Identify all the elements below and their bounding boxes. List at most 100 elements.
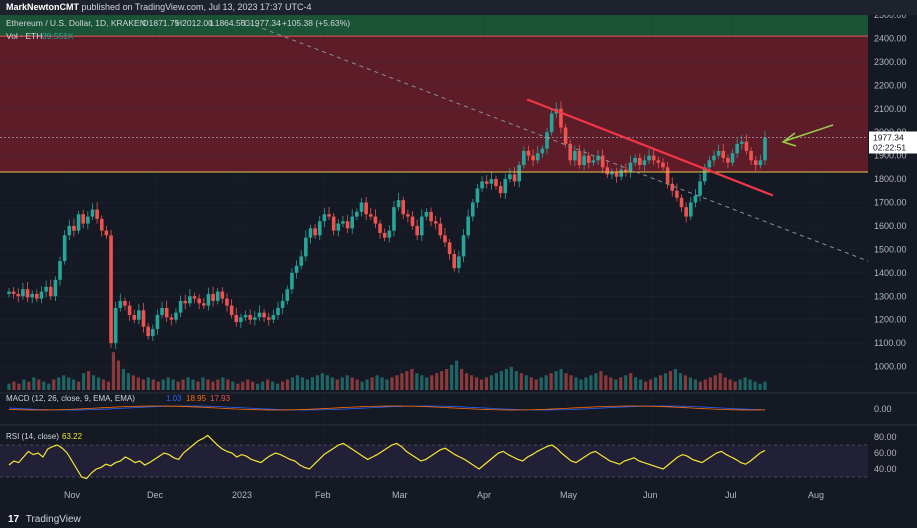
candle-body <box>545 132 549 149</box>
candle-body <box>582 155 586 165</box>
candle-body <box>712 155 716 161</box>
volume-bar <box>295 375 300 390</box>
candle-body <box>211 293 215 301</box>
candle-body <box>443 235 447 243</box>
candle-body <box>113 307 118 344</box>
candle-body <box>498 186 503 194</box>
volume-bar <box>718 373 722 390</box>
candle-body <box>508 174 512 180</box>
volume-bar <box>241 381 245 390</box>
candle-body <box>35 293 39 299</box>
volume-bar <box>290 377 295 390</box>
price-tick-label: 1700.00 <box>874 198 907 208</box>
price-tick-label: 1600.00 <box>874 221 907 231</box>
candle-body <box>447 242 452 255</box>
volume-bar <box>395 375 399 390</box>
volume-bar <box>539 377 543 390</box>
volume-bar <box>206 379 210 390</box>
volume-bar <box>320 373 324 390</box>
candle-body <box>355 211 359 217</box>
volume-bar <box>91 375 96 390</box>
candle-body <box>489 179 494 184</box>
candle-body <box>707 160 712 168</box>
candle-body <box>740 141 744 144</box>
volume-bar <box>151 379 155 390</box>
legend-h: H2012.00 <box>176 18 213 28</box>
volume-bar <box>609 377 613 390</box>
candle-body <box>62 235 67 262</box>
x-tick-label: Feb <box>315 490 331 500</box>
chart-canvas[interactable]: 1000.00 1100.00 1200.00 1300.00 1400.00 1500.… <box>0 15 917 512</box>
candle-body <box>475 188 480 203</box>
legend-symbol: Ethereum / U.S. Dollar, 1D, KRAKEN <box>6 18 146 28</box>
legend-change: +105.38 (+5.63%) <box>282 18 350 28</box>
macd-v2: 18.95 <box>186 394 207 403</box>
volume-bar <box>644 381 648 390</box>
candle-body <box>480 181 484 189</box>
volume-bar <box>305 379 310 390</box>
candle-body <box>53 279 58 297</box>
volume-bar <box>101 379 106 390</box>
tradingview-logo-icon: 17 <box>8 514 20 525</box>
candle-body <box>285 289 290 301</box>
volume-bar <box>484 377 489 390</box>
candle-body <box>336 223 341 231</box>
price-tick-label: 2100.00 <box>874 104 907 114</box>
volume-bar <box>549 373 553 390</box>
candle-body <box>39 291 44 299</box>
price-tick-label: 2200.00 <box>874 80 907 90</box>
volume-bar <box>464 373 469 390</box>
candle-body <box>225 298 229 306</box>
candle-body <box>266 317 271 320</box>
volume-bar <box>266 379 270 390</box>
volume-bar <box>445 369 449 390</box>
candle-body <box>262 312 266 318</box>
candle-body <box>753 160 758 165</box>
volume-bar <box>559 369 563 390</box>
price-tick-label: 1000.00 <box>874 362 907 372</box>
publish-header: MarkNewtonCMT published on TradingView.c… <box>0 0 917 15</box>
candle-body <box>118 300 123 308</box>
volume-bar <box>435 373 439 390</box>
volume-bar <box>380 377 384 390</box>
candle-body <box>656 160 661 163</box>
candle-body <box>637 157 642 165</box>
footer-brand: TradingView <box>25 514 81 525</box>
candle-body <box>586 155 591 163</box>
candle-body <box>364 202 368 215</box>
price-tick-label: 1200.00 <box>874 315 907 325</box>
candle-body <box>619 169 624 177</box>
candle-body <box>25 289 30 298</box>
candle-body <box>730 153 735 163</box>
volume-bar <box>763 381 767 390</box>
price-tick-label: 1300.00 <box>874 291 907 301</box>
candle-body <box>127 305 132 315</box>
candle-body <box>234 315 239 323</box>
candle-body <box>424 211 429 217</box>
volume-bar <box>27 381 31 390</box>
volume-bar <box>544 375 548 390</box>
volume-bar <box>405 371 409 390</box>
candle-body <box>378 223 382 233</box>
candle-body <box>415 225 419 236</box>
volume-bar <box>67 377 71 390</box>
candle-body <box>526 150 531 156</box>
volume-bar <box>370 377 374 390</box>
candle-body <box>104 230 109 236</box>
candle-body <box>271 315 276 320</box>
x-tick-label: Jun <box>643 490 658 500</box>
volume-bar <box>529 377 533 390</box>
volume-bar <box>32 377 36 390</box>
volume-bar <box>256 383 260 390</box>
volume-bar <box>474 377 479 390</box>
volume-bar <box>420 375 424 390</box>
price-tick-label: 2300.00 <box>874 57 907 67</box>
volume-bar <box>236 383 240 390</box>
candle-body <box>257 312 262 318</box>
candle-body <box>721 150 726 158</box>
volume-bar <box>171 379 175 390</box>
candle-body <box>471 202 475 217</box>
candle-body <box>563 127 568 144</box>
candle-body <box>220 291 225 299</box>
candle-body <box>95 209 99 219</box>
